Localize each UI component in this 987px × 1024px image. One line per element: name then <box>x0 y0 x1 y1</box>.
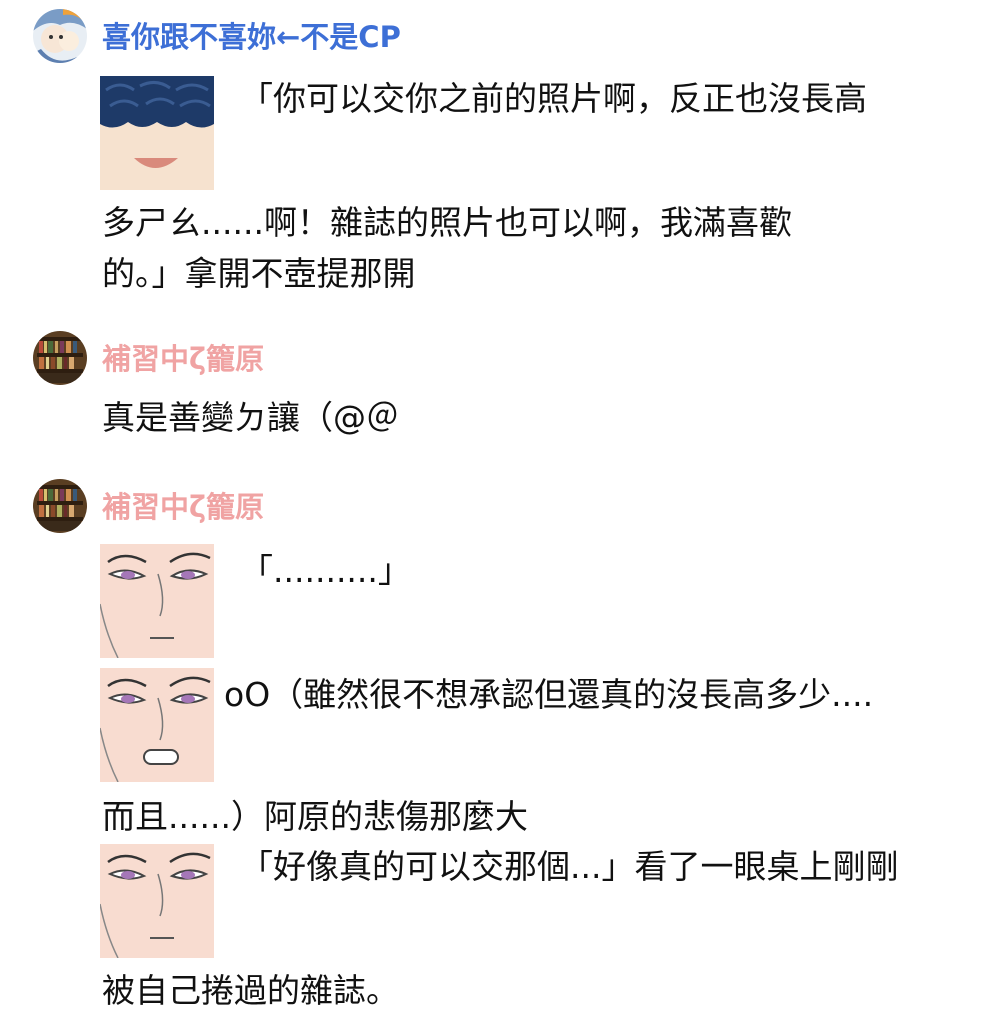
cartoon-character-avatar-icon[interactable] <box>33 9 87 63</box>
pale-face-mouth-open-sticker-icon[interactable] <box>100 668 214 782</box>
sender-name[interactable]: 補習中ζ籠原 <box>102 487 264 527</box>
pale-face-serious-sticker-icon[interactable] <box>100 844 214 958</box>
message-line: 而且......）阿原的悲傷那麼大 <box>102 797 528 836</box>
message-line: 真是善變ㄉ讓（@＠ <box>102 398 399 437</box>
message-line: oO（雖然很不想承認但還真的沒長高多少.... <box>224 675 874 714</box>
sender-name[interactable]: 補習中ζ籠原 <box>102 339 264 379</box>
message-line: 「好像真的可以交那個...」看了一眼桌上剛剛 <box>240 847 899 886</box>
pale-face-serious-sticker-icon[interactable] <box>100 544 214 658</box>
message-line: 多ㄕㄠ......啊！雜誌的照片也可以啊，我滿喜歡 <box>102 203 792 242</box>
message-line: 「..........」 <box>240 551 411 590</box>
sender-name[interactable]: 喜你跟不喜妳←不是CP <box>102 17 401 57</box>
bookshelf-avatar-icon[interactable] <box>33 331 87 385</box>
message-line: 的。」拿開不壺提那開 <box>102 254 416 293</box>
blue-hair-smiling-face-sticker-icon[interactable] <box>100 76 214 190</box>
bookshelf-avatar-icon[interactable] <box>33 479 87 533</box>
message-line: 被自己捲過的雜誌。 <box>102 971 399 1010</box>
message-line: 「你可以交你之前的照片啊，反正也沒長高 <box>240 79 867 118</box>
